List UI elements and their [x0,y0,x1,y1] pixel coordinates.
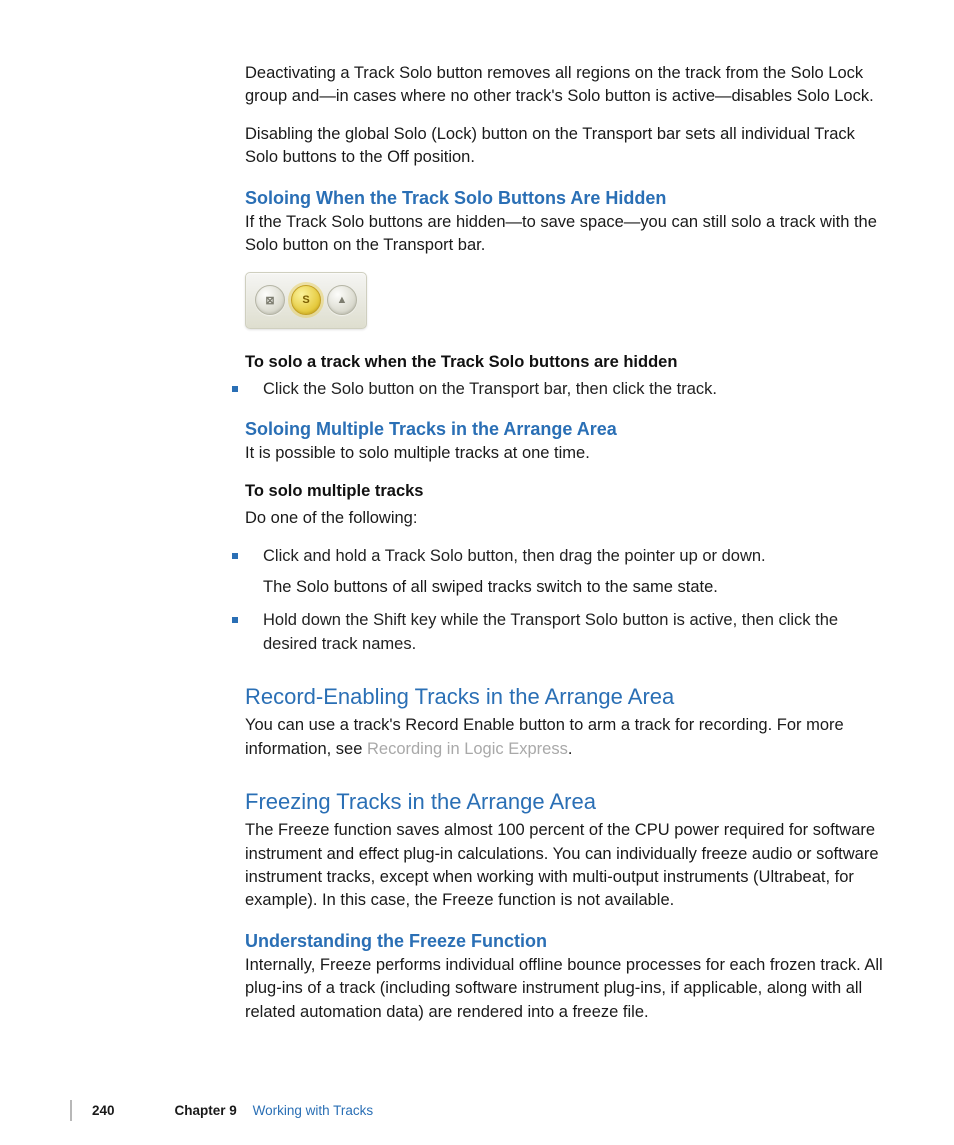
cross-reference-link[interactable]: Recording in Logic Express [367,740,568,758]
body-paragraph: Do one of the following: [245,507,884,530]
transport-button-left: ⊠ [255,285,285,315]
page-footer: 240 Chapter 9 Working with Tracks [70,1100,954,1121]
document-page: Deactivating a Track Solo button removes… [0,0,954,1080]
procedure-heading: To solo multiple tracks [245,480,884,503]
chapter-title: Working with Tracks [253,1103,374,1118]
procedure-heading: To solo a track when the Track Solo butt… [245,351,884,374]
body-paragraph: The Freeze function saves almost 100 per… [245,819,884,913]
list-item: Click and hold a Track Solo button, then… [245,545,884,600]
body-paragraph: Disabling the global Solo (Lock) button … [245,123,884,170]
list-item-text: Click and hold a Track Solo button, then… [263,547,766,565]
section-heading-freezing: Freezing Tracks in the Arrange Area [245,789,884,815]
body-paragraph: You can use a track's Record Enable butt… [245,714,884,761]
section-heading-record-enabling: Record-Enabling Tracks in the Arrange Ar… [245,684,884,710]
list-item: Hold down the Shift key while the Transp… [245,609,884,656]
chapter-label: Chapter 9 [175,1103,237,1118]
list-item-followup: The Solo buttons of all swiped tracks sw… [263,576,884,599]
section-heading-soloing-hidden: Soloing When the Track Solo Buttons Are … [245,188,884,209]
transport-bar-image: ⊠ S ▲ [245,272,367,329]
body-paragraph: If the Track Solo buttons are hidden—to … [245,211,884,258]
transport-solo-button: S [291,285,321,315]
list-item: Click the Solo button on the Transport b… [245,378,884,401]
body-paragraph: Internally, Freeze performs individual o… [245,954,884,1024]
transport-button-right: ▲ [327,285,357,315]
body-paragraph: It is possible to solo multiple tracks a… [245,442,884,465]
footer-chapter: Chapter 9 Working with Tracks [175,1103,374,1118]
body-paragraph: Deactivating a Track Solo button removes… [245,62,884,109]
subsection-heading-understanding-freeze: Understanding the Freeze Function [245,931,884,952]
page-number: 240 [92,1103,115,1118]
text-run: . [568,740,573,758]
section-heading-soloing-multiple: Soloing Multiple Tracks in the Arrange A… [245,419,884,440]
